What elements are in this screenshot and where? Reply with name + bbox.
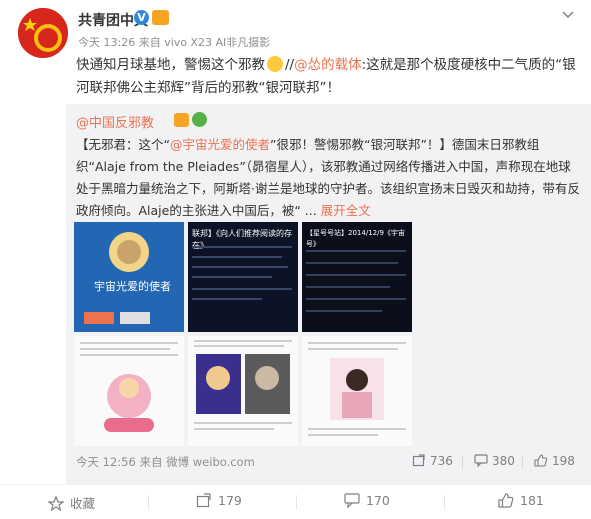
collect-button[interactable]: 收藏	[48, 493, 95, 512]
share-button[interactable]: 179	[196, 493, 242, 508]
repost-image[interactable]: 【星号号站】2014/12/9《宇宙号》	[302, 222, 412, 332]
share-icon	[412, 454, 425, 467]
repost-share-button[interactable]: 736	[412, 454, 453, 468]
member-level-icon	[152, 10, 169, 25]
reposted-content: @中国反邪教 【无邪君：这个“@宇宙光爱的使者”很邪！警惕邪教“银河联邦”！】德…	[66, 104, 591, 484]
like-count: 181	[520, 493, 544, 508]
comment-button[interactable]: 170	[344, 493, 390, 508]
repost-image[interactable]: 联邦】《向人们推荐阅读的存在》	[188, 222, 298, 332]
repost-like-count: 198	[552, 454, 575, 468]
comment-icon	[474, 454, 488, 467]
repost-comment-count: 380	[492, 454, 515, 468]
post-meta: 今天 13:26 来自 vivo X23 AI非凡摄影	[78, 36, 271, 49]
star-icon	[48, 496, 64, 511]
document-with-portraits	[194, 340, 292, 430]
repost-comment-button[interactable]: 380	[474, 454, 515, 468]
post-text-part1: 快通知月球基地，警惕这个邪教	[76, 57, 265, 73]
thinking-emoji-icon	[267, 56, 283, 72]
heart-badge-icon	[192, 112, 207, 127]
member-level-icon	[174, 113, 189, 127]
repost-text: 【无邪君：这个“@宇宙光爱的使者”很邪！警惕邪教“银河联邦”！】德国末日邪教组织…	[76, 134, 582, 222]
post-text: 快通知月球基地，警惕这个邪教//@怂的载体:这就是那个极度硬核中二气质的“银河联…	[76, 54, 576, 100]
repost-timestamp: 今天 12:56 来自 微博 weibo.com	[76, 455, 255, 469]
comment-count: 170	[366, 493, 390, 508]
share-icon	[196, 493, 211, 508]
share-count: 179	[218, 493, 242, 508]
youth-league-flag-icon	[18, 8, 68, 58]
divider	[522, 456, 523, 469]
divider	[296, 495, 297, 510]
verified-badge: V	[134, 10, 149, 25]
document-with-illustration	[80, 342, 178, 432]
repost-image[interactable]	[302, 336, 412, 446]
repost-text-prefix: 【无邪君：这个“	[76, 137, 170, 152]
mention-link[interactable]: @怂的载体	[294, 57, 362, 73]
repost-mention-link[interactable]: @宇宙光爱的使者	[170, 137, 270, 152]
chevron-down-icon[interactable]	[560, 6, 576, 22]
thumbs-up-icon	[498, 493, 514, 508]
divider	[462, 456, 463, 469]
repost-like-button[interactable]: 198	[534, 454, 575, 468]
avatar[interactable]	[18, 8, 68, 58]
expand-full-text-link[interactable]: 展开全文	[321, 203, 371, 218]
document-with-portrait	[308, 342, 406, 436]
like-button[interactable]: 181	[498, 493, 544, 508]
repost-image[interactable]	[188, 336, 298, 446]
repost-image[interactable]: 宇宙光爱的使者	[74, 222, 184, 332]
divider	[444, 495, 445, 510]
repost-separator: //	[285, 57, 295, 73]
profile-page-thumbnail	[74, 222, 184, 332]
weibo-post-card: 共青团中央 V 今天 13:26 来自 vivo X23 AI非凡摄影 快通知月…	[0, 0, 591, 519]
repost-share-count: 736	[430, 454, 453, 468]
action-bar: 收藏 179 170 181	[0, 484, 591, 519]
comment-icon	[344, 493, 360, 508]
repost-image[interactable]	[74, 336, 184, 446]
article-screenshot	[306, 250, 406, 312]
divider	[148, 495, 149, 510]
article-screenshot	[192, 246, 292, 300]
repost-author[interactable]: @中国反邪教	[76, 112, 154, 131]
thumbs-up-icon	[534, 454, 548, 467]
collect-label: 收藏	[70, 496, 96, 511]
image-caption: 宇宙光爱的使者	[94, 280, 171, 293]
